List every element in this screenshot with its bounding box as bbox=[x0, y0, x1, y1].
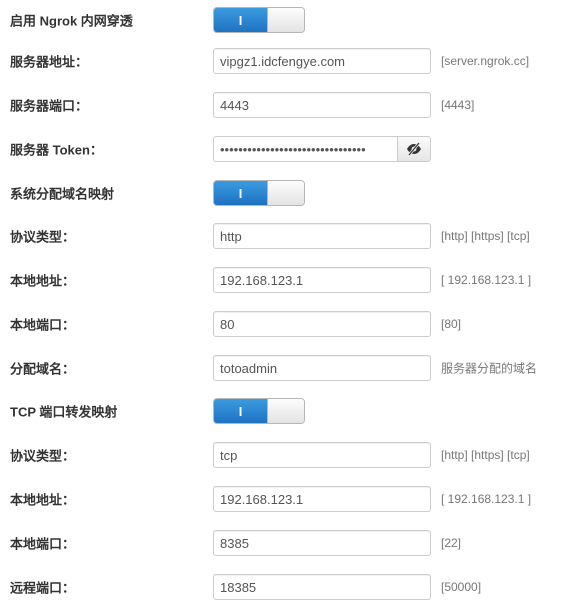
tcp-local-address-label: 本地地址： bbox=[10, 492, 76, 508]
http-local-port-label: 本地端口： bbox=[10, 317, 76, 333]
assigned-domain-hint: 服务器分配的域名 bbox=[441, 361, 538, 376]
toggle-handle bbox=[267, 399, 304, 423]
eye-slash-icon bbox=[406, 142, 422, 156]
ngrok-enable-row: 启用 Ngrok 内网穿透 I bbox=[0, 0, 575, 40]
server-token-group bbox=[213, 136, 431, 162]
http-protocol-label: 协议类型： bbox=[10, 229, 76, 245]
http-local-address-hint: [ 192.168.123.1 ] bbox=[441, 273, 532, 287]
assigned-domain-label: 分配域名： bbox=[10, 361, 76, 377]
domain-mapping-label: 系统分配域名映射 bbox=[10, 186, 115, 202]
tcp-local-port-row: 本地端口： [22] bbox=[0, 523, 575, 563]
tcp-protocol-row: 协议类型： [http] [https] [tcp] bbox=[0, 435, 575, 475]
tcp-protocol-hint: [http] [https] [tcp] bbox=[441, 448, 530, 462]
server-token-input[interactable] bbox=[213, 136, 397, 162]
server-token-row: 服务器 Token： bbox=[0, 129, 575, 169]
server-address-hint: [server.ngrok.cc] bbox=[441, 54, 530, 68]
ngrok-enable-toggle[interactable]: I bbox=[213, 7, 305, 33]
domain-mapping-toggle[interactable]: I bbox=[213, 180, 305, 206]
toggle-on-indicator: I bbox=[214, 8, 267, 32]
tcp-local-port-input[interactable] bbox=[213, 530, 431, 556]
server-port-hint: [4443] bbox=[441, 98, 475, 112]
toggle-on-indicator: I bbox=[214, 181, 267, 205]
show-password-button[interactable] bbox=[397, 136, 431, 162]
ngrok-enable-label: 启用 Ngrok 内网穿透 bbox=[10, 13, 133, 29]
server-port-row: 服务器端口： [4443] bbox=[0, 85, 575, 125]
tcp-remote-port-input[interactable] bbox=[213, 574, 431, 600]
tcp-local-address-input[interactable] bbox=[213, 486, 431, 512]
tcp-remote-port-row: 远程端口： [50000] bbox=[0, 567, 575, 607]
http-local-address-row: 本地地址： [ 192.168.123.1 ] bbox=[0, 260, 575, 300]
http-local-port-hint: [80] bbox=[441, 317, 462, 331]
toggle-on-indicator: I bbox=[214, 399, 267, 423]
domain-mapping-row: 系统分配域名映射 I bbox=[0, 173, 575, 213]
server-address-label: 服务器地址： bbox=[10, 54, 89, 70]
http-local-address-input[interactable] bbox=[213, 267, 431, 293]
server-port-label: 服务器端口： bbox=[10, 98, 89, 114]
http-protocol-input[interactable] bbox=[213, 223, 431, 249]
server-address-row: 服务器地址： [server.ngrok.cc] bbox=[0, 41, 575, 81]
tcp-local-address-row: 本地地址： [ 192.168.123.1 ] bbox=[0, 479, 575, 519]
tcp-local-address-hint: [ 192.168.123.1 ] bbox=[441, 492, 532, 506]
tcp-forward-label: TCP 端口转发映射 bbox=[10, 404, 118, 420]
toggle-handle bbox=[267, 8, 304, 32]
tcp-forward-toggle[interactable]: I bbox=[213, 398, 305, 424]
http-local-port-row: 本地端口： [80] bbox=[0, 304, 575, 344]
assigned-domain-row: 分配域名： 服务器分配的域名 bbox=[0, 348, 575, 388]
http-local-port-input[interactable] bbox=[213, 311, 431, 337]
http-local-address-label: 本地地址： bbox=[10, 273, 76, 289]
server-port-input[interactable] bbox=[213, 92, 431, 118]
server-address-input[interactable] bbox=[213, 48, 431, 74]
assigned-domain-input[interactable] bbox=[213, 355, 431, 381]
tcp-protocol-label: 协议类型： bbox=[10, 448, 76, 464]
http-protocol-hint: [http] [https] [tcp] bbox=[441, 229, 530, 243]
server-token-label: 服务器 Token： bbox=[10, 142, 103, 158]
http-protocol-row: 协议类型： [http] [https] [tcp] bbox=[0, 216, 575, 256]
toggle-handle bbox=[267, 181, 304, 205]
tcp-protocol-input[interactable] bbox=[213, 442, 431, 468]
tcp-local-port-hint: [22] bbox=[441, 536, 462, 550]
tcp-remote-port-hint: [50000] bbox=[441, 580, 482, 594]
ngrok-settings-form: 启用 Ngrok 内网穿透 I 服务器地址： [server.ngrok.cc]… bbox=[0, 0, 575, 610]
tcp-forward-row: TCP 端口转发映射 I bbox=[0, 391, 575, 431]
tcp-local-port-label: 本地端口： bbox=[10, 536, 76, 552]
tcp-remote-port-label: 远程端口： bbox=[10, 580, 76, 596]
